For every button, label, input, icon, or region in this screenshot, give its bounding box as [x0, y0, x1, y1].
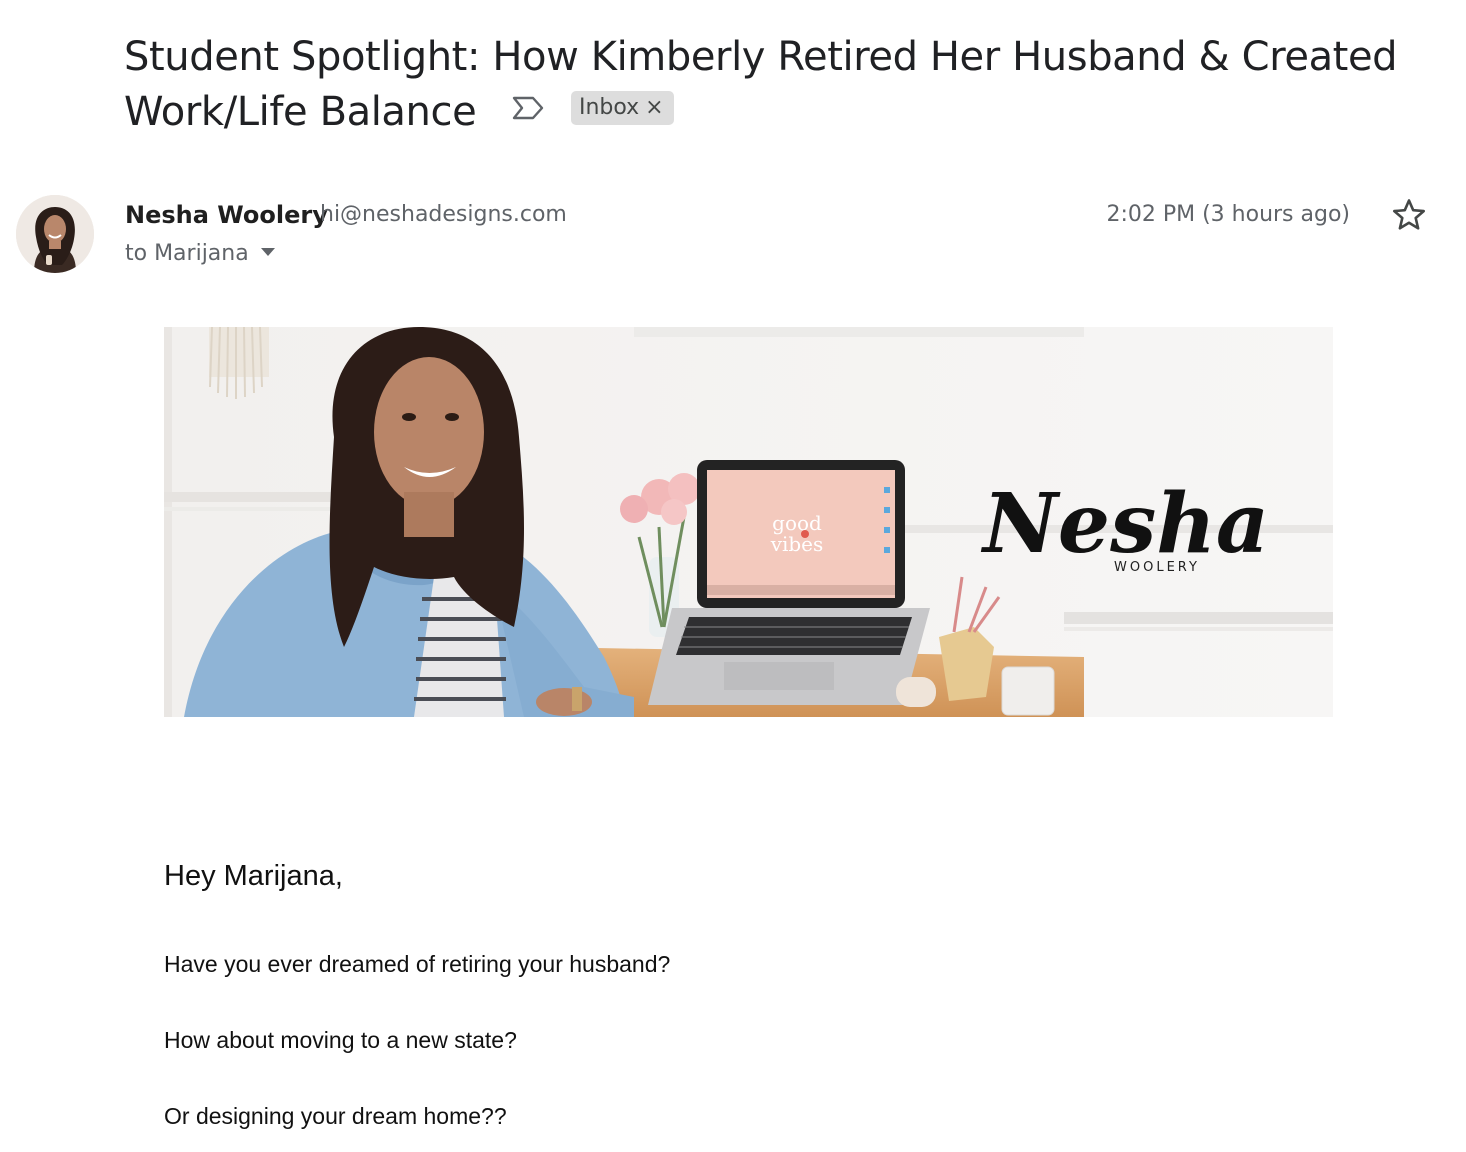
- sender-avatar[interactable]: [16, 195, 94, 273]
- remove-label-icon[interactable]: ×: [645, 91, 663, 125]
- inbox-label-chip: Inbox ×: [570, 91, 674, 125]
- message-greeting: Hey Marijana,: [164, 860, 343, 892]
- email-subject: Student Spotlight: How Kimberly Retired …: [124, 30, 1404, 140]
- inbox-label-text: Inbox: [578, 95, 640, 120]
- chevron-down-icon[interactable]: [260, 248, 275, 256]
- important-marker-icon[interactable]: [511, 95, 545, 121]
- logo-script-text: Nesha: [980, 476, 1269, 572]
- logo-sub-text: WOOLERY: [1114, 560, 1200, 575]
- message-paragraph: Or designing your dream home??: [164, 1103, 507, 1129]
- email-timestamp: 2:02 PM (3 hours ago): [1106, 202, 1350, 227]
- message-paragraph: How about moving to a new state?: [164, 1027, 517, 1053]
- banner-illustration: good vibes Nesha WOOLERY: [164, 327, 1333, 717]
- email-subject-text: Student Spotlight: How Kimberly Retired …: [124, 34, 1398, 135]
- message-paragraph: Have you ever dreamed of retiring your h…: [164, 951, 671, 977]
- laptop-screen-text-vibes: vibes: [770, 532, 824, 556]
- star-outline-icon[interactable]: [1391, 197, 1427, 233]
- sender-email: hi@neshadesigns.com: [320, 202, 567, 227]
- sender-name[interactable]: Nesha Woolery: [125, 198, 328, 232]
- avatar-image: [16, 195, 94, 273]
- recipient-details-toggle[interactable]: to Marijana: [125, 238, 275, 270]
- recipient-line-text: to Marijana: [125, 241, 249, 266]
- email-banner-image: good vibes Nesha WOOLERY: [164, 327, 1333, 717]
